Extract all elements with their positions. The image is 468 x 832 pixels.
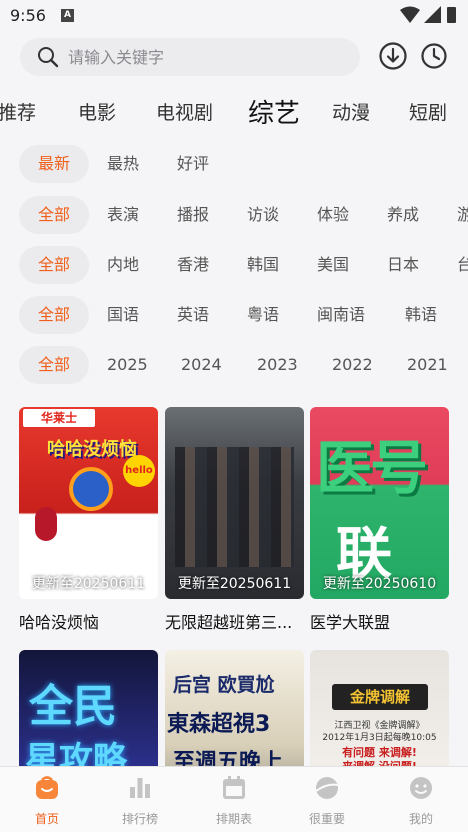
show-title: 医学大联盟 (310, 613, 391, 632)
filter-row-type: 全部 表演 播报 访谈 体验 养成 游 (0, 196, 468, 238)
tab-anime[interactable]: 动漫 (332, 98, 370, 125)
filter-type-all[interactable]: 全部 (19, 196, 89, 234)
update-label: 更新至20250610 (322, 576, 437, 592)
poster-caption: 哈哈没烦恼 (47, 439, 137, 460)
update-label: 更新至20250611 (177, 576, 292, 592)
tab-recommend[interactable]: 推荐 (0, 98, 36, 125)
status-time: 9:56 (10, 6, 46, 25)
show-title: 哈哈没烦恼 (19, 613, 100, 632)
filter-sort-rated[interactable]: 好评 (177, 145, 209, 183)
filter-row-sort: 最新 最热 好评 (0, 145, 468, 187)
search-input[interactable] (68, 42, 348, 72)
tab-tv-series[interactable]: 电视剧 (156, 98, 213, 125)
search-icon (38, 47, 59, 68)
filter-region-item[interactable]: 台 (457, 246, 468, 284)
nav-ranking[interactable]: 排行榜 (105, 775, 175, 827)
tab-movies[interactable]: 电影 (78, 98, 116, 125)
filter-region-item[interactable]: 韩国 (247, 246, 279, 284)
notification-icon: A (61, 9, 74, 22)
filter-year-item[interactable]: 2022 (332, 346, 373, 384)
robot-head (69, 467, 113, 511)
nav-label: 排期表 (215, 812, 252, 826)
status-bar: 9:56 A (0, 0, 468, 32)
planet-icon (315, 777, 339, 799)
filter-row-language: 全部 国语 英语 粤语 闽南语 韩语 (0, 296, 468, 338)
poster-image[interactable]: 医号 联 更新至20250610 (310, 407, 449, 599)
download-icon[interactable] (378, 41, 408, 71)
update-label: 更新至20250611 (31, 576, 146, 592)
ranking-icon (130, 778, 150, 798)
nav-label: 排行榜 (121, 812, 158, 826)
filter-year-item[interactable]: 2025 (107, 346, 148, 384)
nav-profile[interactable]: 我的 (386, 775, 456, 827)
poster-image[interactable]: 更新至20250611 (165, 407, 304, 599)
filter-row-year: 全部 2025 2024 2023 2022 2021 (0, 346, 468, 388)
mascot-shape (35, 507, 57, 541)
filter-sort-hot[interactable]: 最热 (107, 145, 139, 183)
poster-big-text: 全民 (29, 681, 117, 732)
wifi-icon (400, 6, 420, 23)
filter-language-item[interactable]: 英语 (177, 296, 209, 334)
nav-label: 首页 (34, 812, 59, 826)
brand-logo: 华莱士 (23, 409, 95, 427)
filter-type-item[interactable]: 体验 (317, 196, 349, 234)
filter-year-all[interactable]: 全部 (19, 346, 89, 384)
filter-row-region: 全部 内地 香港 韩国 美国 日本 台 (0, 246, 468, 288)
filter-sort-latest[interactable]: 最新 (19, 145, 89, 183)
bottom-nav: 首页 排行榜 排期表 很重要 我的 (0, 766, 468, 832)
filter-type-item[interactable]: 表演 (107, 196, 139, 234)
show-logo: 金牌调解 (332, 684, 428, 710)
filter-language-all[interactable]: 全部 (19, 296, 89, 334)
filter-type-item[interactable]: 播报 (177, 196, 209, 234)
poster-line: 2012年1月3日起每晚10:05 (322, 733, 437, 743)
search-bar[interactable] (20, 38, 360, 76)
nav-home[interactable]: 首页 (12, 775, 82, 827)
tab-short-drama[interactable]: 短剧 (409, 98, 447, 125)
filter-year-item[interactable]: 2024 (181, 346, 222, 384)
filter-region-all[interactable]: 全部 (19, 246, 89, 284)
signal-icon (424, 6, 441, 23)
filter-region-item[interactable]: 香港 (177, 246, 209, 284)
filter-region-item[interactable]: 内地 (107, 246, 139, 284)
poster-line: 后宫 欧買尬 (173, 674, 275, 696)
tab-variety[interactable]: 综艺 (248, 93, 300, 130)
hello-badge: hello (123, 455, 155, 487)
history-icon[interactable] (420, 42, 448, 70)
filter-language-item[interactable]: 闽南语 (317, 296, 365, 334)
show-title: 无限超越班第三... (165, 613, 293, 632)
filter-type-item[interactable]: 游 (457, 196, 468, 234)
filter-year-item[interactable]: 2023 (257, 346, 298, 384)
channel-tabs: 推荐 电影 电视剧 综艺 动漫 短剧 (0, 88, 468, 132)
filter-type-item[interactable]: 访谈 (247, 196, 279, 234)
filter-type-item[interactable]: 养成 (387, 196, 419, 234)
profile-icon (410, 777, 432, 799)
filter-language-item[interactable]: 粤语 (247, 296, 279, 334)
battery-icon (447, 7, 456, 23)
nav-important[interactable]: 很重要 (292, 775, 362, 827)
nav-label: 我的 (408, 812, 433, 826)
calendar-icon (223, 776, 245, 799)
filter-year-item[interactable]: 2021 (407, 346, 448, 384)
cast-group-photo (175, 447, 294, 567)
poster-big-text: 医号 (316, 434, 428, 502)
nav-schedule[interactable]: 排期表 (199, 775, 269, 827)
filter-language-item[interactable]: 国语 (107, 296, 139, 334)
filter-region-item[interactable]: 日本 (387, 246, 419, 284)
poster-line: 東森超視3 (167, 712, 271, 737)
poster-image[interactable]: 华莱士 哈哈没烦恼 hello 更新至20250611 (19, 407, 158, 599)
filter-region-item[interactable]: 美国 (317, 246, 349, 284)
filter-language-item[interactable]: 韩语 (405, 296, 437, 334)
nav-label: 很重要 (308, 812, 345, 826)
home-icon (36, 776, 58, 799)
